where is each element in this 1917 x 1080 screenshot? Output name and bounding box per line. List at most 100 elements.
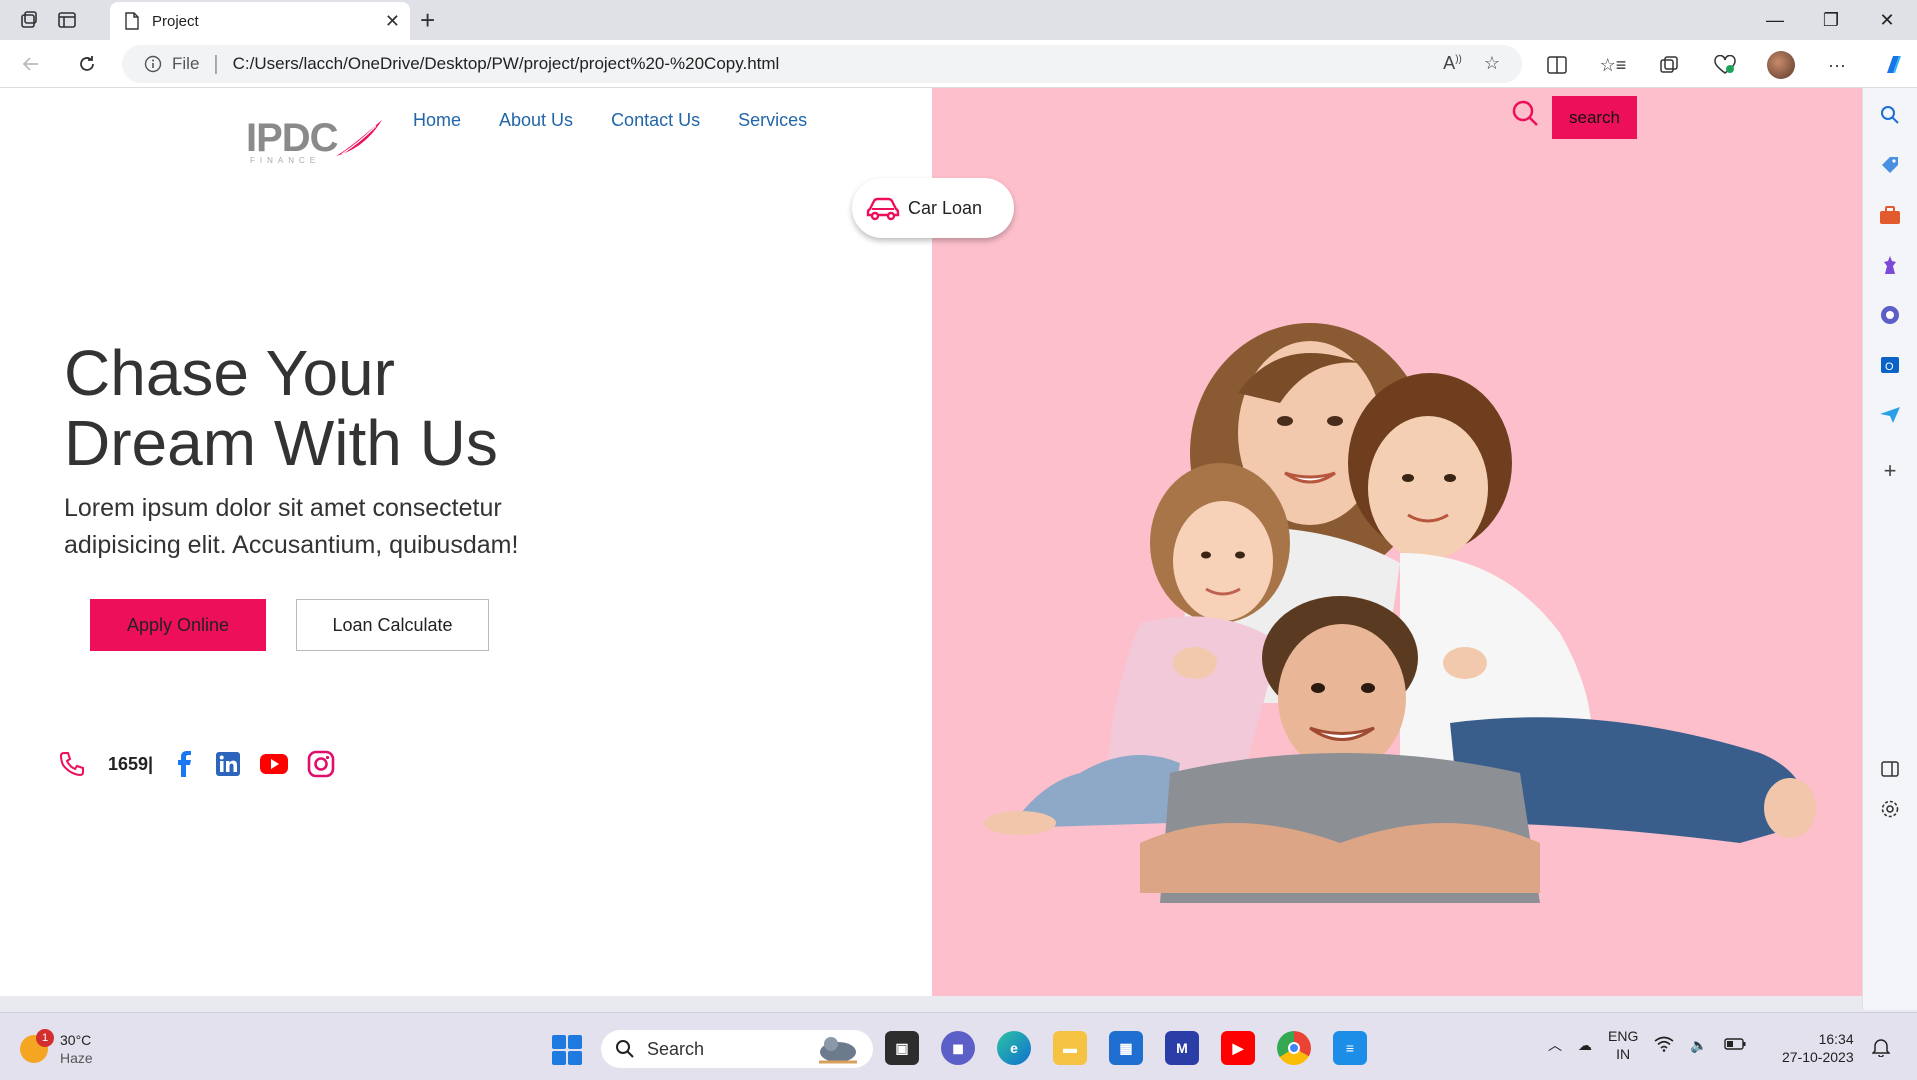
weather-sun-icon: 1 [20, 1029, 54, 1063]
clock-time: 16:34 [1818, 1031, 1854, 1047]
nav-services[interactable]: Services [738, 110, 807, 131]
site-logo[interactable]: IPDC FINANCE [246, 116, 384, 165]
close-window-icon[interactable]: ✕ [1864, 4, 1910, 36]
logo-swoosh-icon [335, 119, 382, 156]
family-photo [984, 323, 1816, 903]
language-indicator[interactable]: ENG IN [1608, 1027, 1638, 1063]
task-view-icon[interactable]: ▣ [885, 1031, 919, 1065]
vertical-tabs-icon[interactable] [50, 3, 84, 37]
search-highlight-icon [819, 1037, 857, 1064]
chrome-icon[interactable] [1277, 1031, 1311, 1065]
clock-date: 27-10-2023 [1782, 1049, 1854, 1065]
edge-browser-icon[interactable]: e [997, 1031, 1031, 1065]
weather-widget[interactable]: 1 30°C Haze [20, 1029, 93, 1067]
collections-icon[interactable] [1652, 50, 1686, 80]
onedrive-cloud-icon[interactable]: ☁ [1578, 1037, 1592, 1054]
facebook-icon[interactable] [171, 750, 197, 778]
hero-title-line1: Chase Your [64, 337, 395, 409]
weather-text: 30°C Haze [60, 1031, 93, 1067]
tab-title: Project [152, 12, 199, 30]
nav-home[interactable]: Home [413, 110, 461, 131]
phone-number: 1659| [108, 753, 154, 774]
tools-briefcase-icon[interactable] [1877, 202, 1903, 228]
copilot-icon[interactable] [1876, 50, 1910, 80]
weather-condition: Haze [60, 1050, 93, 1066]
sidebar-search-icon[interactable] [1877, 102, 1903, 128]
weather-temp: 30°C [60, 1032, 92, 1048]
split-screen-icon[interactable] [1540, 50, 1574, 80]
tab-project[interactable]: Project ✕ [110, 2, 410, 40]
tab-bar: Project ✕ + — ❐ ✕ [0, 0, 1917, 40]
nav-about-us[interactable]: About Us [499, 110, 573, 131]
minimize-icon[interactable]: — [1752, 4, 1798, 36]
file-label: File [172, 54, 200, 73]
new-tab-icon[interactable]: + [420, 6, 435, 34]
outlook-icon[interactable]: O [1877, 352, 1903, 378]
wifi-icon[interactable] [1654, 1036, 1674, 1055]
browser-essentials-icon[interactable] [1708, 50, 1742, 80]
games-chess-icon[interactable] [1877, 252, 1903, 278]
youtube-icon[interactable] [259, 753, 289, 775]
car-icon [866, 197, 900, 221]
main-nav: Home About Us Contact Us Services [413, 110, 807, 131]
shopping-tag-icon[interactable] [1877, 152, 1903, 178]
linkedin-icon[interactable] [215, 751, 241, 777]
notepad-icon[interactable]: ≡ [1333, 1031, 1367, 1065]
add-sidebar-app-icon[interactable]: + [1877, 458, 1903, 484]
favorites-icon[interactable]: ☆≡ [1596, 50, 1630, 80]
hide-sidebar-icon[interactable] [1877, 756, 1903, 782]
battery-icon[interactable] [1724, 1037, 1746, 1053]
search-icon[interactable] [1510, 98, 1540, 133]
search-button[interactable]: search [1552, 96, 1637, 139]
social-links [171, 750, 335, 778]
browser-toolbar: ☆≡ ··· [1540, 50, 1910, 80]
workspaces-icon[interactable] [12, 3, 46, 37]
taskbar-clock[interactable]: 16:34 27-10-2023 [1782, 1030, 1854, 1066]
info-icon[interactable] [144, 55, 162, 73]
favorite-star-icon[interactable]: ☆ [1484, 53, 1500, 74]
url-actions: A)) ☆ [1443, 53, 1500, 74]
show-hidden-icons-icon[interactable]: ︿ [1548, 1035, 1562, 1055]
more-options-icon[interactable]: ··· [1820, 50, 1854, 80]
url-separator: | [213, 52, 219, 75]
instagram-icon[interactable] [307, 750, 335, 778]
close-tab-icon[interactable]: ✕ [385, 11, 400, 32]
teams-chat-icon[interactable]: ◼ [941, 1031, 975, 1065]
drop-send-icon[interactable] [1877, 402, 1903, 428]
car-loan-badge[interactable]: Car Loan [852, 178, 1014, 238]
page-icon [125, 12, 139, 30]
logo-text: IPDC [246, 116, 339, 160]
settings-gear-icon[interactable] [1877, 796, 1903, 822]
loan-calculate-button[interactable]: Loan Calculate [296, 599, 489, 651]
microsoft-365-icon[interactable] [1877, 302, 1903, 328]
hero-title: Chase Your Dream With Us [64, 338, 664, 478]
apply-online-button[interactable]: Apply Online [90, 599, 266, 651]
restore-icon[interactable]: ❐ [1808, 4, 1854, 36]
notification-bell-icon[interactable] [1871, 1037, 1891, 1062]
url-field[interactable]: File | C:/Users/lacch/OneDrive/Desktop/P… [122, 45, 1522, 83]
nav-contact-us[interactable]: Contact Us [611, 110, 700, 131]
taskbar-search-label: Search [647, 1038, 705, 1059]
youtube-app-icon[interactable]: ▶ [1221, 1031, 1255, 1065]
read-aloud-icon[interactable]: A)) [1443, 53, 1462, 74]
volume-icon[interactable]: 🔈 [1690, 1037, 1707, 1054]
back-icon[interactable] [14, 47, 48, 81]
page-viewport: IPDC FINANCE Home About Us Contact Us Se… [0, 88, 1862, 996]
url-text[interactable]: C:/Users/lacch/OneDrive/Desktop/PW/proje… [233, 54, 780, 74]
file-explorer-icon[interactable]: ▬ [1053, 1031, 1087, 1065]
windows-taskbar: 1 30°C Haze Search ▣ ◼ e ▬ ▦ M ▶ ≡ ︿ ☁ E… [0, 1012, 1917, 1080]
windows-start-icon[interactable] [552, 1035, 582, 1065]
language-line2: IN [1616, 1046, 1631, 1062]
edge-sidebar: O + [1862, 88, 1917, 1010]
vs-app-icon[interactable]: M [1165, 1031, 1199, 1065]
taskbar-search[interactable]: Search [601, 1030, 873, 1068]
refresh-icon[interactable] [70, 47, 104, 81]
avatar[interactable] [1764, 50, 1798, 80]
logo-subtitle: FINANCE [250, 156, 321, 165]
language-line1: ENG [1608, 1028, 1639, 1044]
notification-badge: 1 [36, 1029, 54, 1047]
phone-icon[interactable] [58, 750, 86, 778]
hero-description: Lorem ipsum dolor sit amet consectetur a… [64, 494, 519, 559]
microsoft-store-icon[interactable]: ▦ [1109, 1031, 1143, 1065]
car-loan-label: Car Loan [908, 197, 983, 218]
